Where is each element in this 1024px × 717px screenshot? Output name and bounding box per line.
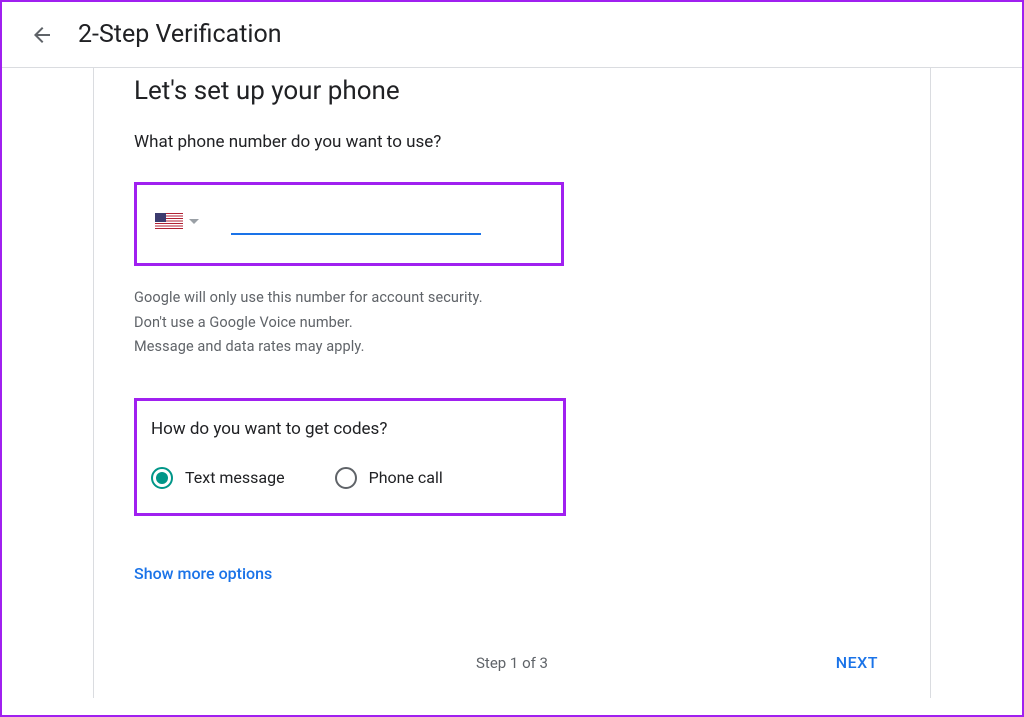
radio-label-text: Text message: [185, 468, 285, 487]
phone-question: What phone number do you want to use?: [134, 132, 890, 152]
us-flag-icon: [155, 213, 183, 229]
country-selector[interactable]: [155, 213, 199, 229]
content-card: Let's set up your phone What phone numbe…: [93, 68, 931, 698]
disclaimer-line-3: Message and data rates may apply.: [134, 335, 890, 360]
radio-phone-call[interactable]: Phone call: [335, 467, 443, 489]
setup-title: Let's set up your phone: [134, 76, 890, 106]
footer: Step 1 of 3 NEXT: [94, 645, 930, 680]
next-button[interactable]: NEXT: [824, 645, 890, 680]
codes-box: How do you want to get codes? Text messa…: [134, 398, 566, 516]
step-indicator: Step 1 of 3: [476, 654, 548, 672]
radio-icon: [151, 467, 173, 489]
disclaimer-line-1: Google will only use this number for acc…: [134, 286, 890, 311]
codes-question: How do you want to get codes?: [151, 419, 549, 439]
page-header: 2-Step Verification: [2, 2, 1022, 68]
disclaimer-text: Google will only use this number for acc…: [134, 286, 890, 360]
phone-input-box: [134, 182, 564, 266]
content-wrapper: Let's set up your phone What phone numbe…: [2, 68, 1022, 698]
radio-label-call: Phone call: [369, 468, 443, 487]
back-arrow-icon[interactable]: [30, 23, 54, 47]
show-more-options-link[interactable]: Show more options: [134, 564, 272, 583]
disclaimer-line-2: Don't use a Google Voice number.: [134, 311, 890, 336]
page-title: 2-Step Verification: [78, 20, 282, 49]
phone-number-input[interactable]: [231, 207, 481, 235]
radio-text-message[interactable]: Text message: [151, 467, 285, 489]
chevron-down-icon: [189, 219, 199, 224]
radio-group: Text message Phone call: [151, 467, 549, 489]
radio-icon: [335, 467, 357, 489]
